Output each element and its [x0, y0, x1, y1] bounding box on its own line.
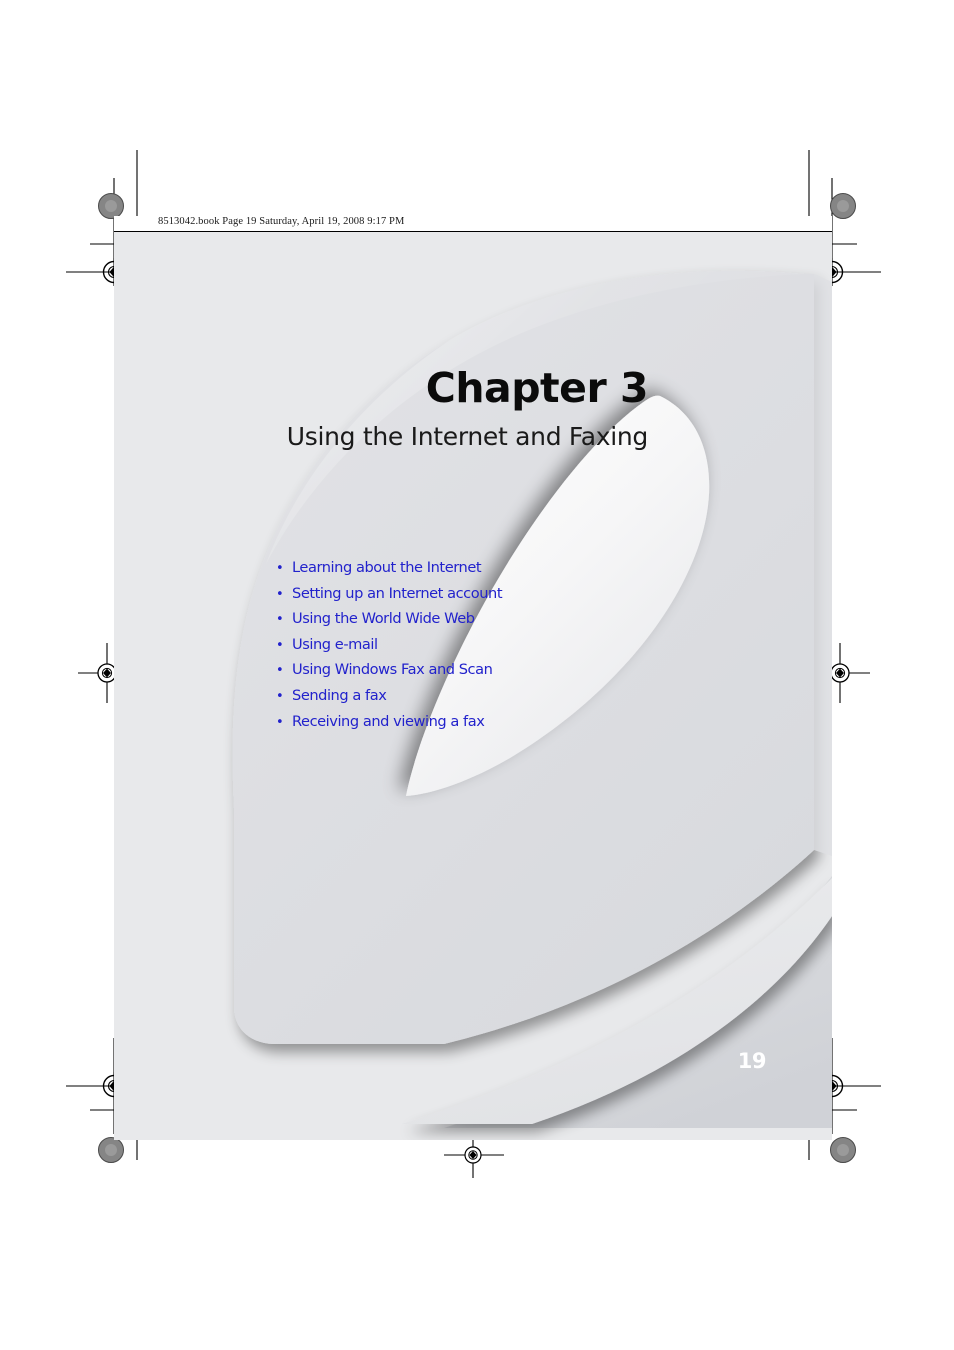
- chapter-heading-block: Chapter 3 Using the Internet and Faxing: [114, 364, 649, 454]
- topic-label: Setting up an Internet account: [292, 584, 503, 602]
- page-sheet: 8513042.book Page 19 Saturday, April 19,…: [114, 216, 832, 1140]
- page-number: 19: [737, 1049, 767, 1073]
- topic-label: Learning about the Internet: [292, 559, 482, 576]
- bullet-icon: •: [276, 586, 284, 602]
- list-item[interactable]: • Sending a fax: [276, 686, 696, 705]
- chapter-subtitle: Using the Internet and Faxing: [286, 422, 649, 451]
- list-item[interactable]: • Learning about the Internet: [276, 560, 696, 577]
- bullet-icon: •: [276, 612, 284, 628]
- chapter-title: Chapter 3: [425, 364, 649, 412]
- list-item[interactable]: • Using Windows Fax and Scan: [276, 662, 696, 679]
- list-item[interactable]: • Using the World Wide Web: [276, 611, 696, 628]
- running-head: 8513042.book Page 19 Saturday, April 19,…: [114, 216, 832, 232]
- chapter-topic-list: • Learning about the Internet • Setting …: [276, 560, 696, 739]
- list-item[interactable]: • Setting up an Internet account: [276, 584, 696, 603]
- topic-label: Receiving and viewing a fax: [292, 712, 485, 730]
- list-item[interactable]: • Receiving and viewing a fax: [276, 712, 696, 731]
- bullet-icon: •: [276, 714, 284, 730]
- running-head-text: 8513042.book Page 19 Saturday, April 19,…: [158, 216, 405, 227]
- bullet-icon: •: [276, 688, 284, 704]
- bullet-icon: •: [276, 561, 284, 576]
- topic-label: Sending a fax: [292, 686, 387, 704]
- bullet-icon: •: [276, 637, 284, 653]
- topic-label: Using e-mail: [292, 635, 378, 653]
- list-item[interactable]: • Using e-mail: [276, 635, 696, 654]
- topic-label: Using the World Wide Web: [292, 610, 475, 628]
- running-head-rule: [114, 231, 832, 232]
- bullet-icon: •: [276, 663, 284, 679]
- topic-label: Using Windows Fax and Scan: [292, 661, 493, 679]
